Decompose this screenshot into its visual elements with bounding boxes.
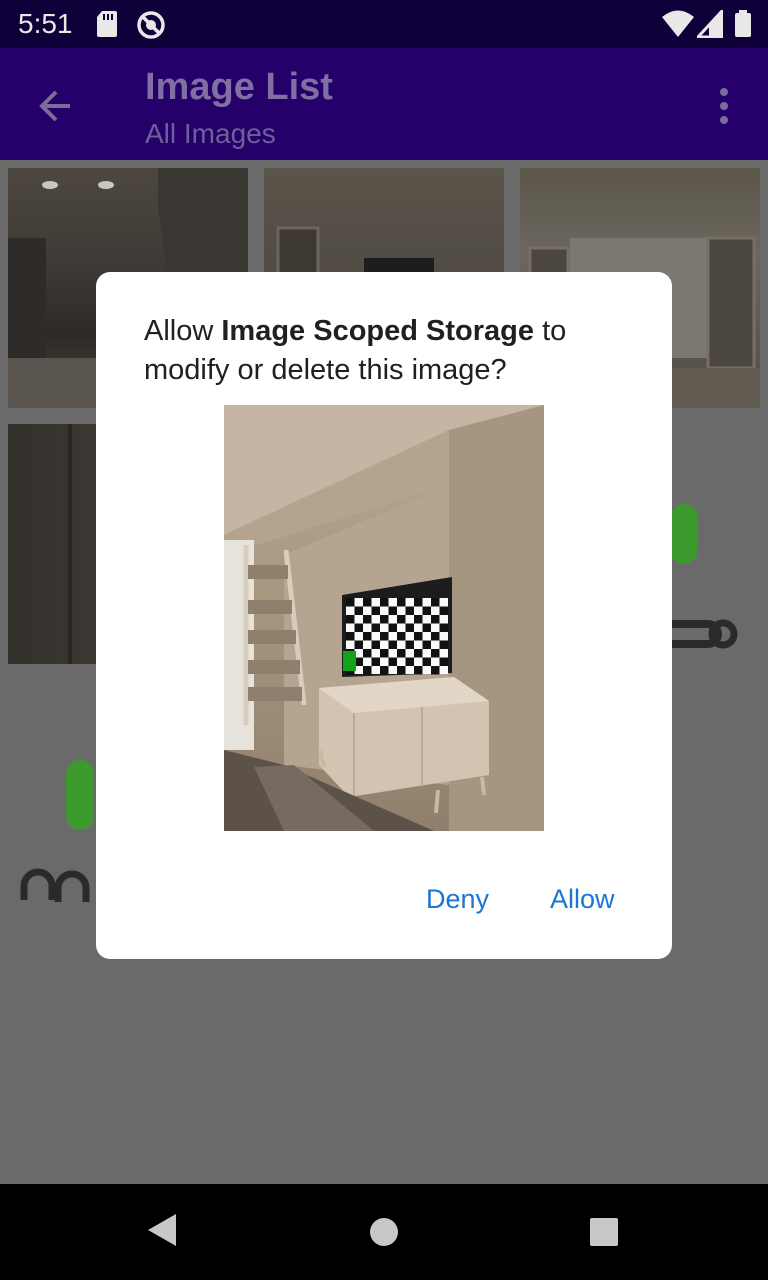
arrow-back-icon[interactable]	[34, 84, 78, 128]
status-bar: 5:51	[0, 0, 768, 48]
page-subtitle: All Images	[145, 118, 276, 149]
recents-square-icon[interactable]	[589, 1217, 619, 1247]
sync-disabled-icon	[137, 11, 165, 39]
signal-icon	[697, 10, 723, 38]
back-triangle-icon[interactable]	[146, 1212, 178, 1248]
app-bar: Image List All Images	[0, 48, 768, 160]
sd-card-icon	[97, 11, 117, 37]
deny-button[interactable]: Deny	[426, 884, 489, 915]
wifi-icon	[662, 10, 694, 37]
more-vert-icon[interactable]	[712, 84, 736, 128]
modify-permission-dialog: Allow Image Scoped Storage to modify or …	[96, 272, 672, 959]
dialog-app-name: Image Scoped Storage	[221, 315, 535, 347]
checkerboard	[343, 598, 448, 675]
status-time: 5:51	[18, 8, 73, 39]
image-preview	[224, 405, 544, 831]
dialog-title-prefix: Allow	[144, 315, 222, 347]
allow-button[interactable]: Allow	[550, 884, 615, 915]
home-circle-icon[interactable]	[368, 1216, 400, 1248]
room-tv-photo	[224, 405, 544, 831]
dialog-title: Allow Image Scoped Storage to modify or …	[144, 312, 634, 390]
battery-icon	[735, 10, 751, 37]
page-title: Image List	[145, 66, 333, 108]
